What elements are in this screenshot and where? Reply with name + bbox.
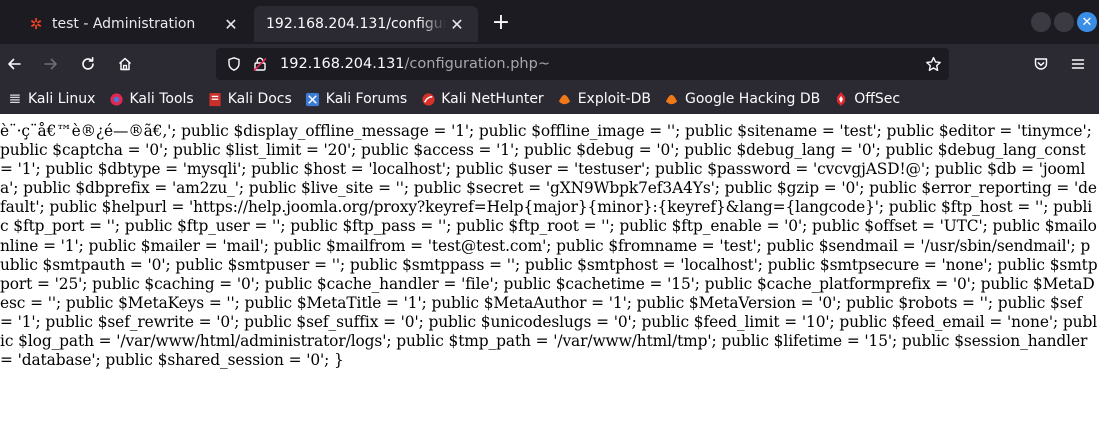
- ghdb-icon: [664, 91, 680, 107]
- close-icon[interactable]: ✕: [220, 13, 242, 35]
- bookmark-label: OffSec: [854, 91, 901, 107]
- plus-icon: +: [491, 9, 511, 35]
- close-icon[interactable]: ✕: [446, 13, 468, 35]
- insecure-lock-icon[interactable]: [250, 54, 270, 74]
- bookmark-label: Kali NetHunter: [441, 91, 544, 107]
- home-icon: [118, 57, 132, 71]
- joomla-icon: ✲: [29, 15, 43, 33]
- tab-configuration[interactable]: 192.168.204.131/configuration.php~ ✕: [254, 6, 478, 42]
- kali-tools-icon: [108, 91, 124, 107]
- exploit-db-icon: [557, 91, 573, 107]
- bookmark-kali-docs[interactable]: Kali Docs: [202, 87, 297, 111]
- nethunter-icon: [420, 91, 436, 107]
- navigation-toolbar: 192.168.204.131/configuration.php~: [0, 44, 1099, 84]
- bookmark-label: Kali Forums: [325, 91, 408, 107]
- offsec-icon: [833, 91, 849, 107]
- shield-icon[interactable]: [224, 54, 244, 74]
- minimize-button[interactable]: [1031, 12, 1051, 32]
- bookmark-label: Kali Docs: [227, 91, 292, 107]
- bookmark-offsec[interactable]: OffSec: [828, 87, 905, 111]
- tab-title: test - Administration: [52, 16, 196, 32]
- maximize-button[interactable]: [1054, 12, 1074, 32]
- configuration-source-text: è¨·ç¨å€™è®¿é—®ã€‚'; public $display_offl…: [0, 122, 1098, 370]
- arrow-left-icon: [8, 58, 21, 70]
- bookmark-kali-linux[interactable]: 𝌆 Kali Linux: [2, 87, 100, 111]
- close-icon: ✕: [1081, 14, 1093, 30]
- reload-button[interactable]: [75, 51, 101, 77]
- home-button[interactable]: [112, 51, 138, 77]
- tab-title: 192.168.204.131/configuration.php~: [266, 16, 446, 32]
- pocket-button[interactable]: [1028, 51, 1054, 77]
- hamburger-menu-icon: [1071, 59, 1085, 69]
- kali-dragon-icon: 𝌆: [9, 91, 21, 107]
- tab-administration[interactable]: ✲ test - Administration ✕: [0, 6, 252, 42]
- bookmark-label: Exploit-DB: [577, 91, 651, 107]
- bookmark-exploit-db[interactable]: Exploit-DB: [552, 87, 656, 111]
- kali-forums-icon: [305, 91, 321, 107]
- bookmark-label: Kali Linux: [28, 91, 96, 107]
- bookmarks-toolbar: 𝌆 Kali Linux Kali Tools Kali Docs Kali F…: [0, 84, 1099, 114]
- bookmark-star-icon[interactable]: [923, 54, 943, 74]
- forward-button[interactable]: [38, 51, 64, 77]
- close-window-button[interactable]: ✕: [1077, 12, 1097, 32]
- url-path: /configuration.php~: [404, 56, 550, 72]
- bookmark-label: Kali Tools: [129, 91, 194, 107]
- url-host: 192.168.204.131: [280, 56, 405, 72]
- bookmark-kali-nethunter[interactable]: Kali NetHunter: [415, 87, 548, 111]
- pocket-icon: [1034, 58, 1048, 70]
- arrow-right-icon: [44, 58, 57, 70]
- new-tab-button[interactable]: +: [484, 5, 518, 39]
- reload-icon: [82, 57, 94, 70]
- bookmark-google-hacking-db[interactable]: Google Hacking DB: [659, 87, 825, 111]
- bookmark-kali-forums[interactable]: Kali Forums: [300, 87, 412, 111]
- back-button[interactable]: [1, 51, 27, 77]
- bookmark-kali-tools[interactable]: Kali Tools: [103, 87, 198, 111]
- page-content: è¨·ç¨å€™è®¿é—®ã€‚'; public $display_offl…: [0, 114, 1099, 431]
- bookmark-label: Google Hacking DB: [684, 91, 821, 107]
- url-bar[interactable]: 192.168.204.131/configuration.php~: [216, 48, 949, 80]
- tab-strip: ✲ test - Administration ✕ 192.168.204.13…: [0, 0, 1099, 44]
- menu-button[interactable]: [1065, 51, 1091, 77]
- kali-docs-icon: [207, 91, 223, 107]
- url-text[interactable]: 192.168.204.131/configuration.php~: [280, 56, 550, 72]
